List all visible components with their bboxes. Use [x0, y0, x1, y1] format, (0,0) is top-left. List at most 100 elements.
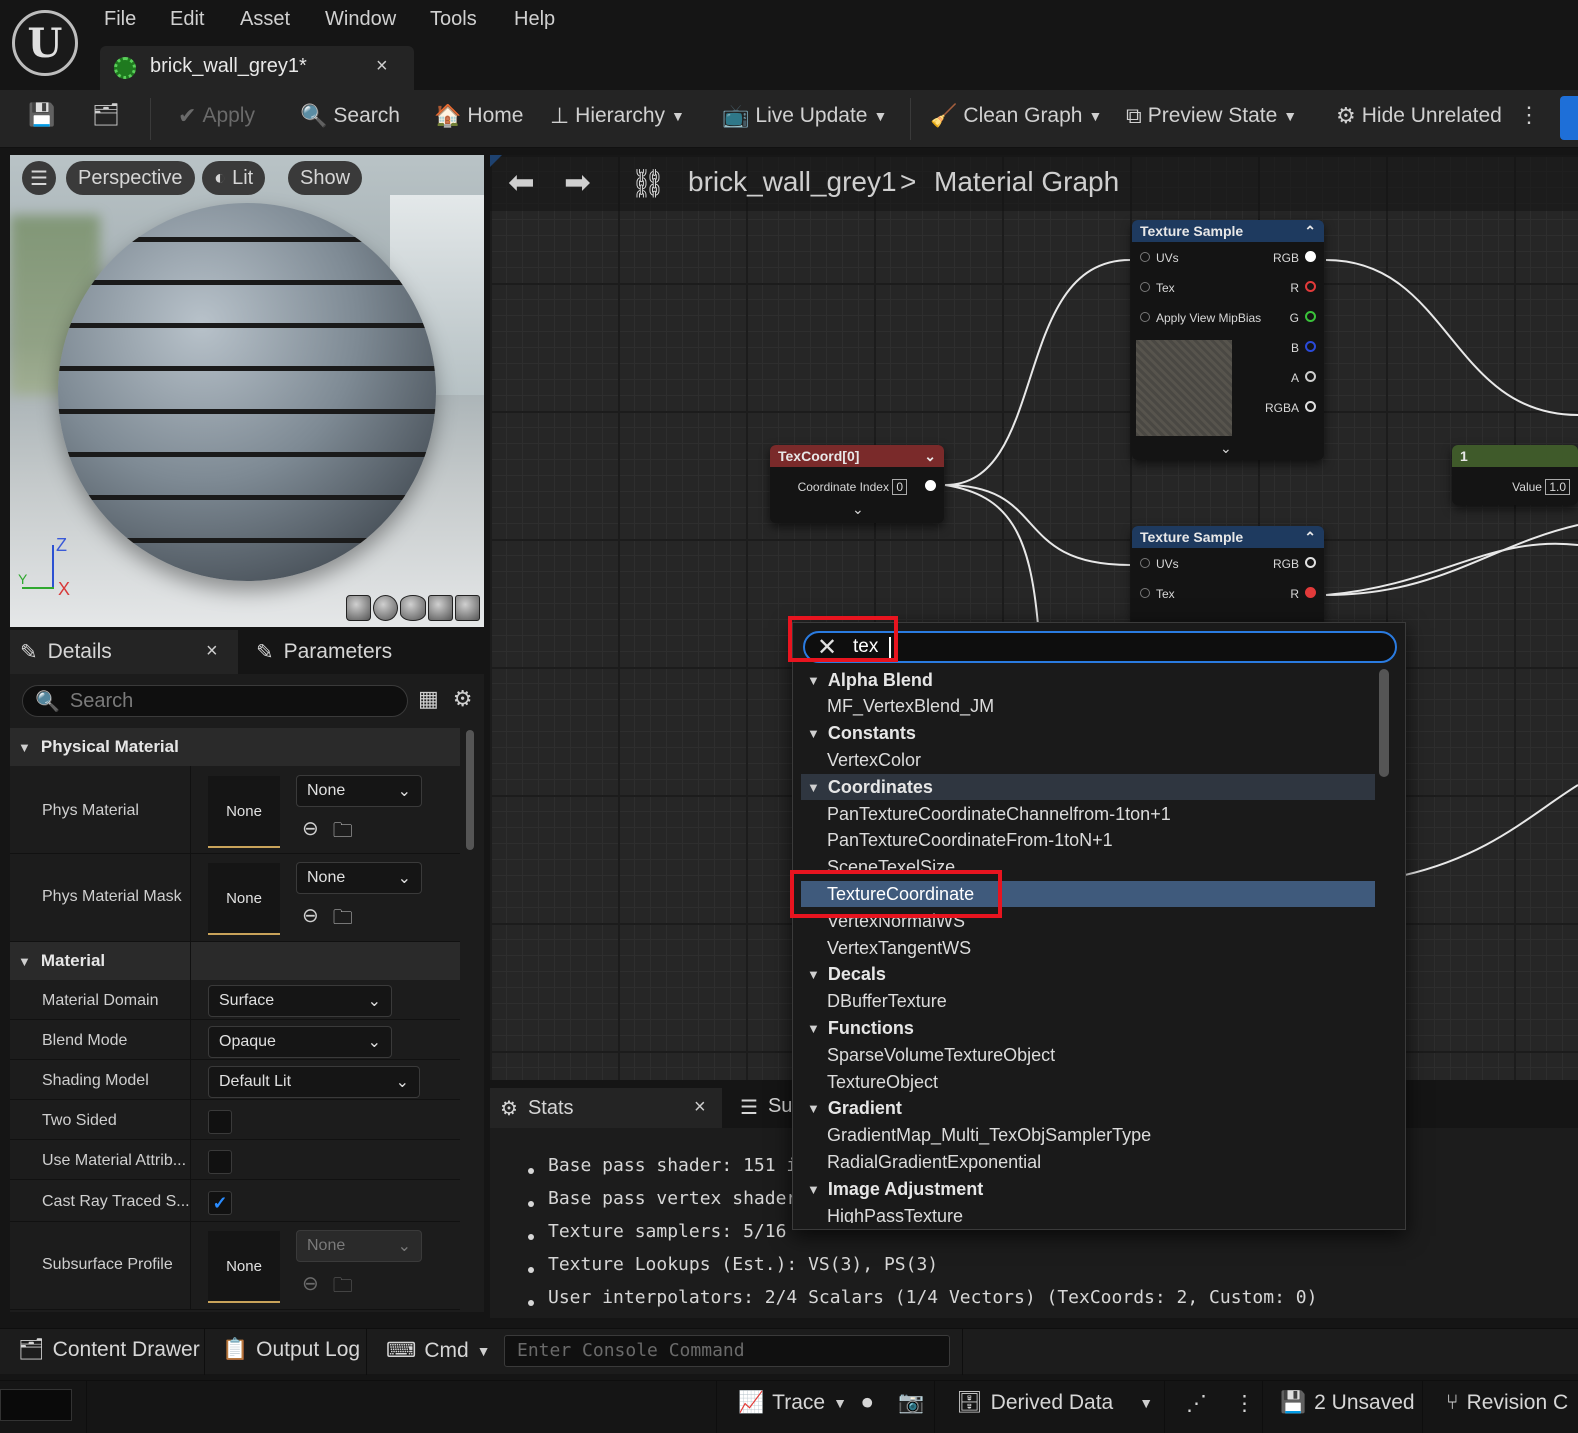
show-button[interactable]: Show [288, 161, 363, 195]
menu-asset[interactable]: Asset [240, 8, 290, 31]
platform-button[interactable] [1560, 96, 1578, 140]
action-item[interactable]: MF_VertexBlend_JM [801, 694, 1375, 720]
close-icon[interactable]: × [694, 1096, 706, 1119]
action-item[interactable]: DBufferTexture [801, 989, 1375, 1015]
texcoord-node[interactable]: TexCoord[0] ⌄ Coordinate Index 0 ⌄ [770, 445, 944, 523]
tab-search-results[interactable]: ☰ Su [740, 1095, 792, 1120]
derived-data-button[interactable]: 🗄 Derived Data ▼ [956, 1391, 1153, 1415]
use-selected-icon[interactable]: ⊖ [302, 816, 319, 850]
subsurface-profile-thumbnail[interactable]: None [208, 1231, 280, 1303]
action-category[interactable]: ▼ Alpha Blend [801, 667, 1375, 693]
details-scrollbar[interactable] [466, 730, 474, 850]
output-log-button[interactable]: 📋 Output Log [222, 1338, 360, 1362]
sphere-shape-icon[interactable] [373, 595, 399, 621]
action-item[interactable]: SceneTexelSize [801, 855, 1375, 881]
hierarchy-button[interactable]: ⊥ Hierarchy ▼ [550, 104, 685, 128]
viewport-menu-button[interactable]: ☰ [22, 161, 56, 195]
preview-state-button[interactable]: ⧉ Preview State ▼ [1126, 104, 1297, 128]
action-item[interactable]: HighPassTexture [801, 1203, 1375, 1224]
two-sided-checkbox[interactable] [208, 1110, 232, 1134]
output-pin[interactable] [1305, 401, 1316, 412]
shading-model-combo[interactable]: Default Lit ⌄ [208, 1066, 420, 1098]
input-pin[interactable] [1140, 282, 1150, 292]
phys-material-mask-combo[interactable]: None ⌄ [296, 862, 422, 894]
close-icon[interactable]: × [206, 640, 218, 663]
menu-file[interactable]: File [104, 8, 136, 31]
plane-shape-icon[interactable] [400, 595, 426, 621]
action-category[interactable]: ▼ Functions [801, 1015, 1375, 1041]
custom-mesh-icon[interactable] [454, 595, 481, 621]
blend-mode-combo[interactable]: Opaque ⌄ [208, 1026, 392, 1058]
tab-details[interactable]: ✎ Details [10, 630, 238, 674]
action-item[interactable]: VertexTangentWS [801, 935, 1375, 961]
action-category[interactable]: ▼ Constants [801, 721, 1375, 747]
unsaved-button[interactable]: 💾 2 Unsaved [1280, 1391, 1415, 1415]
constant-node[interactable]: 1 Value 1.0 [1452, 445, 1578, 505]
browse-icon[interactable]: 🗀 [333, 816, 353, 850]
close-icon[interactable]: × [376, 55, 388, 78]
console-command-input[interactable]: Enter Console Command [504, 1335, 950, 1367]
save-icon[interactable]: 💾 [28, 104, 55, 126]
phys-material-thumbnail[interactable]: None [208, 776, 280, 848]
use-selected-icon[interactable]: ⊖ [302, 903, 319, 937]
output-pin[interactable] [1305, 557, 1316, 568]
apply-button[interactable]: ✔ Apply [178, 104, 255, 128]
action-item[interactable]: GradientMap_Multi_TexObjSamplerType [801, 1123, 1375, 1149]
unreal-logo-icon[interactable]: U [12, 10, 78, 76]
live-update-button[interactable]: 📺 Live Update ▼ [722, 104, 887, 128]
menu-help[interactable]: Help [514, 8, 555, 31]
phys-material-mask-thumbnail[interactable]: None [208, 863, 280, 935]
browse-icon[interactable]: 🗂 [92, 104, 120, 126]
phys-material-combo[interactable]: None ⌄ [296, 775, 422, 807]
document-tab[interactable]: brick_wall_grey1* × [100, 46, 414, 90]
hide-unrelated-button[interactable]: ⚙ Hide Unrelated [1336, 104, 1502, 128]
use-material-attrib-checkbox[interactable] [208, 1150, 232, 1174]
action-item[interactable]: TextureObject [801, 1069, 1375, 1095]
action-item[interactable]: VertexNormalWS [801, 908, 1375, 934]
details-search-input[interactable]: 🔍 Search [22, 685, 408, 717]
browse-icon[interactable]: 🗀 [333, 1271, 353, 1305]
output-pin[interactable] [1305, 251, 1316, 262]
breadcrumb-material-graph[interactable]: Material Graph [934, 166, 1119, 198]
subsurface-profile-combo[interactable]: None ⌄ [296, 1230, 422, 1262]
output-pin[interactable] [1305, 341, 1316, 352]
input-pin[interactable] [1140, 252, 1150, 262]
revision-control-button[interactable]: ⑂ Revision C [1446, 1391, 1568, 1415]
clean-graph-button[interactable]: 🧹 Clean Graph ▼ [930, 104, 1102, 128]
action-item[interactable]: PanTextureCoordinateFrom-1toN+1 [801, 828, 1375, 854]
more-options-icon[interactable]: ⋮ [1518, 104, 1540, 126]
menu-window[interactable]: Window [325, 8, 396, 31]
output-pin[interactable] [925, 480, 936, 491]
use-selected-icon[interactable]: ⊖ [302, 1271, 319, 1305]
section-physical-material[interactable]: ▼ Physical Material [10, 728, 460, 766]
more-options-icon[interactable]: ⋮ [1234, 1391, 1255, 1416]
table-view-icon[interactable]: ▦ [418, 686, 439, 712]
preview-viewport[interactable]: ☰ Perspective ◐ Lit Show Z X Y [10, 155, 484, 627]
action-item[interactable]: VertexColor [801, 747, 1375, 773]
chevron-down-icon[interactable]: ⌄ [924, 448, 936, 465]
menu-tools[interactable]: Tools [430, 8, 477, 31]
section-material[interactable]: ▼ Material [10, 942, 460, 980]
screenshot-icon[interactable]: 📷 [898, 1391, 924, 1415]
chevron-down-icon[interactable]: ⌄ [852, 501, 864, 518]
menu-edit[interactable]: Edit [170, 8, 204, 31]
chevron-up-icon[interactable]: ⌃ [1304, 223, 1316, 240]
coordinate-index-field[interactable]: 0 [892, 479, 907, 495]
chevron-up-icon[interactable]: ⌃ [1304, 529, 1316, 546]
action-item-selected[interactable]: TextureCoordinate [801, 881, 1375, 908]
home-button[interactable]: 🏠 Home [434, 104, 523, 128]
output-pin[interactable] [1305, 371, 1316, 382]
action-category[interactable]: ▼ Coordinates [801, 774, 1375, 801]
action-item[interactable]: RadialGradientExponential [801, 1149, 1375, 1175]
cast-ray-traced-checkbox[interactable]: ✓ [208, 1191, 232, 1215]
action-category[interactable]: ▼ Decals [801, 962, 1375, 988]
cylinder-shape-icon[interactable] [346, 595, 372, 621]
forward-arrow-icon[interactable]: ➡ [564, 163, 591, 201]
action-category[interactable]: ▼ Gradient [801, 1096, 1375, 1122]
tab-parameters[interactable]: ✎ Parameters [246, 630, 402, 674]
cube-shape-icon[interactable] [427, 595, 453, 621]
record-icon[interactable]: ⏺ [862, 1391, 873, 1415]
browse-icon[interactable]: 🗀 [333, 903, 353, 937]
breadcrumb-asset[interactable]: brick_wall_grey1 [688, 166, 897, 198]
action-search-input[interactable]: ✕ tex [803, 631, 1397, 663]
